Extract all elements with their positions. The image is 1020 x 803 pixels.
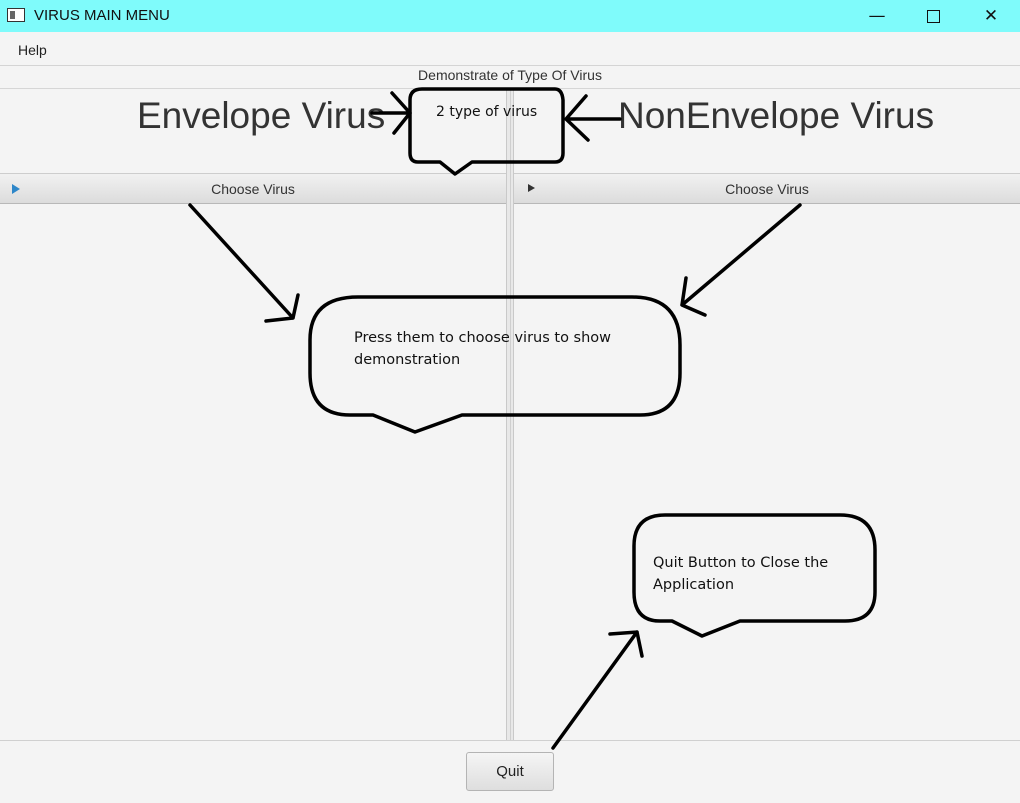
quit-button[interactable]: Quit [466, 752, 554, 791]
close-button[interactable]: ✕ [962, 0, 1020, 32]
menu-help[interactable]: Help [18, 42, 47, 58]
close-icon: ✕ [983, 6, 999, 26]
annotation-text-middle: Press them to choose virus to show demon… [354, 330, 612, 368]
window-title: VIRUS MAIN MENU [34, 7, 170, 24]
arrow-quit-to-bubble [551, 630, 644, 750]
envelope-virus-label: Envelope Virus [137, 95, 386, 136]
arrow-right-header-to-bubble [680, 203, 802, 317]
demonstration-label: Demonstrate of Type Of Virus [418, 67, 602, 83]
annotation-text-top: 2 type of virus [436, 104, 538, 120]
choose-virus-right-header[interactable]: Choose Virus [514, 173, 1020, 204]
choose-virus-left-header[interactable]: Choose Virus [0, 173, 506, 204]
maximize-button[interactable] [904, 0, 962, 32]
arrow-nonenvelope-to-bubble [564, 94, 622, 142]
nonenvelope-virus-label: NonEnvelope Virus [618, 95, 935, 136]
choose-virus-right-label: Choose Virus [725, 181, 809, 197]
choose-virus-left-label: Choose Virus [211, 181, 295, 197]
split-pane-divider[interactable] [506, 88, 514, 741]
maximize-icon [926, 9, 940, 23]
annotation-text-quit: Quit Button to Close the Application [653, 555, 829, 593]
footer-divider [0, 740, 1020, 741]
arrow-left-header-to-bubble [188, 203, 300, 323]
title-bar[interactable]: VIRUS MAIN MENU — ✕ [0, 0, 1020, 32]
minimize-button[interactable]: — [848, 0, 906, 32]
minimize-icon: — [868, 6, 886, 26]
app-icon [7, 8, 25, 22]
menu-bar: Help [0, 32, 1020, 66]
